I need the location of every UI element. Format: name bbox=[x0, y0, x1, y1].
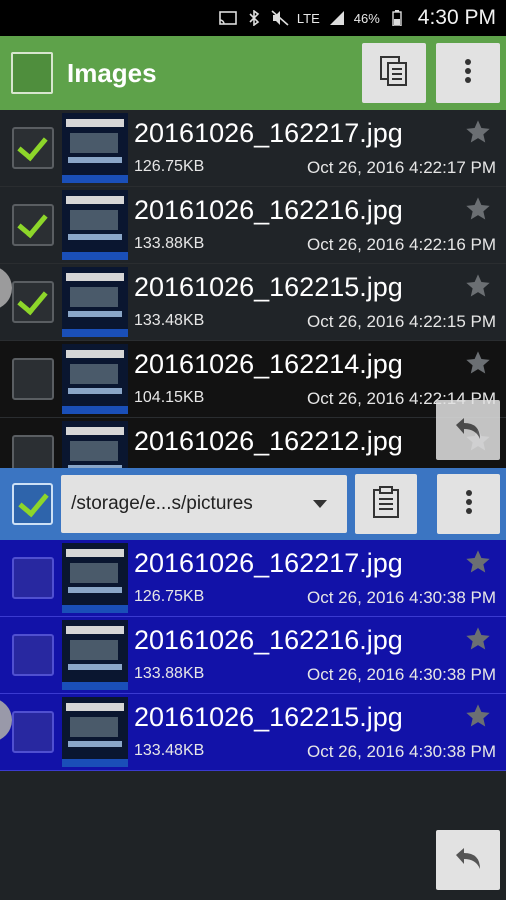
file-size: 126.75KB bbox=[134, 588, 205, 605]
image-thumbnail bbox=[62, 697, 128, 767]
cast-icon bbox=[219, 10, 237, 26]
star-icon[interactable] bbox=[464, 349, 492, 377]
file-size: 133.48KB bbox=[134, 742, 205, 759]
image-thumbnail bbox=[62, 421, 128, 468]
battery-icon bbox=[388, 10, 406, 26]
empty-list-area bbox=[0, 774, 506, 900]
path-text: /storage/e...s/pictures bbox=[71, 493, 253, 514]
page-title: Images bbox=[67, 57, 157, 88]
paste-icon bbox=[372, 485, 400, 524]
file-name: 20161026_162217.jpg bbox=[134, 548, 403, 578]
file-name: 20161026_162215.jpg bbox=[134, 272, 403, 302]
image-thumbnail bbox=[62, 344, 128, 414]
row-checkbox[interactable] bbox=[12, 634, 54, 676]
row-checkbox[interactable] bbox=[12, 127, 54, 169]
image-thumbnail bbox=[62, 267, 128, 337]
file-name: 20161026_162215.jpg bbox=[134, 702, 403, 732]
network-type: LTE bbox=[296, 10, 320, 26]
star-icon[interactable] bbox=[464, 548, 492, 576]
image-thumbnail bbox=[62, 190, 128, 260]
select-all-destination-checkbox[interactable] bbox=[12, 483, 54, 525]
file-date: Oct 26, 2016 4:30:38 PM bbox=[306, 742, 496, 761]
overflow-menu-button[interactable] bbox=[436, 43, 500, 103]
paste-button[interactable] bbox=[354, 474, 418, 534]
file-row[interactable]: 20161026_162217.jpg 126.75KB Oct 26, 201… bbox=[0, 540, 506, 617]
file-date: Oct 26, 2016 4:22:15 PM bbox=[306, 312, 496, 331]
star-icon[interactable] bbox=[464, 702, 492, 730]
row-checkbox[interactable] bbox=[12, 435, 54, 468]
image-thumbnail bbox=[62, 113, 128, 183]
signal-icon bbox=[328, 10, 346, 26]
copy-icon bbox=[379, 55, 409, 92]
file-name: 20161026_162212.jpg bbox=[134, 426, 403, 456]
battery-percent: 46% bbox=[353, 10, 380, 26]
chevron-down-icon bbox=[312, 500, 327, 508]
row-checkbox[interactable] bbox=[12, 358, 54, 400]
app-header: Images bbox=[0, 36, 506, 110]
file-row[interactable]: 20161026_162214.jpg 104.15KB Oct 26, 201… bbox=[0, 341, 506, 418]
more-vert-icon bbox=[465, 489, 473, 520]
file-date: Oct 26, 2016 4:22:17 PM bbox=[306, 158, 496, 177]
file-row[interactable]: 20161026_162212.jpg bbox=[0, 418, 506, 468]
file-name: 20161026_162214.jpg bbox=[134, 349, 403, 379]
destination-path-bar: /storage/e...s/pictures bbox=[0, 468, 506, 540]
undo-button[interactable] bbox=[436, 830, 500, 890]
file-name: 20161026_162216.jpg bbox=[134, 625, 403, 655]
path-overflow-menu-button[interactable] bbox=[437, 474, 501, 534]
destination-file-list: 20161026_162217.jpg 126.75KB Oct 26, 201… bbox=[0, 540, 506, 774]
file-date: Oct 26, 2016 4:22:16 PM bbox=[306, 235, 496, 254]
file-row[interactable]: 20161026_162216.jpg 133.88KB Oct 26, 201… bbox=[0, 617, 506, 694]
select-all-checkbox[interactable] bbox=[11, 52, 53, 94]
row-checkbox[interactable] bbox=[12, 557, 54, 599]
undo-icon bbox=[452, 415, 484, 446]
mute-icon bbox=[271, 10, 289, 26]
row-checkbox[interactable] bbox=[12, 204, 54, 246]
image-thumbnail bbox=[62, 543, 128, 613]
file-name: 20161026_162216.jpg bbox=[134, 195, 403, 225]
row-checkbox[interactable] bbox=[12, 281, 54, 323]
star-icon[interactable] bbox=[464, 272, 492, 300]
file-size: 133.88KB bbox=[134, 665, 205, 682]
status-bar: LTE 46% 4:30 PM bbox=[0, 0, 506, 36]
more-vert-icon bbox=[464, 58, 472, 89]
file-size: 133.88KB bbox=[134, 235, 205, 252]
source-file-list: 20161026_162217.jpg 126.75KB Oct 26, 201… bbox=[0, 110, 506, 468]
file-size: 133.48KB bbox=[134, 312, 205, 329]
file-size: 126.75KB bbox=[134, 158, 205, 175]
undo-icon bbox=[452, 845, 484, 876]
image-thumbnail bbox=[62, 620, 128, 690]
file-date: Oct 26, 2016 4:30:38 PM bbox=[306, 588, 496, 607]
star-icon[interactable] bbox=[464, 118, 492, 146]
file-date: Oct 26, 2016 4:30:38 PM bbox=[306, 665, 496, 684]
row-checkbox[interactable] bbox=[12, 711, 54, 753]
clock: 4:30 PM bbox=[417, 6, 496, 29]
copy-button[interactable] bbox=[362, 43, 426, 103]
file-row[interactable]: 20161026_162215.jpg 133.48KB Oct 26, 201… bbox=[0, 264, 506, 341]
file-row[interactable]: 20161026_162215.jpg 133.48KB Oct 26, 201… bbox=[0, 694, 506, 771]
file-row[interactable]: 20161026_162217.jpg 126.75KB Oct 26, 201… bbox=[0, 110, 506, 187]
file-row[interactable]: 20161026_162216.jpg 133.88KB Oct 26, 201… bbox=[0, 187, 506, 264]
path-dropdown[interactable]: /storage/e...s/pictures bbox=[61, 475, 347, 533]
star-icon[interactable] bbox=[464, 195, 492, 223]
file-name: 20161026_162217.jpg bbox=[134, 118, 403, 148]
bluetooth-icon bbox=[245, 10, 263, 26]
star-icon[interactable] bbox=[464, 625, 492, 653]
undo-button[interactable] bbox=[436, 400, 500, 460]
file-size: 104.15KB bbox=[134, 389, 205, 406]
